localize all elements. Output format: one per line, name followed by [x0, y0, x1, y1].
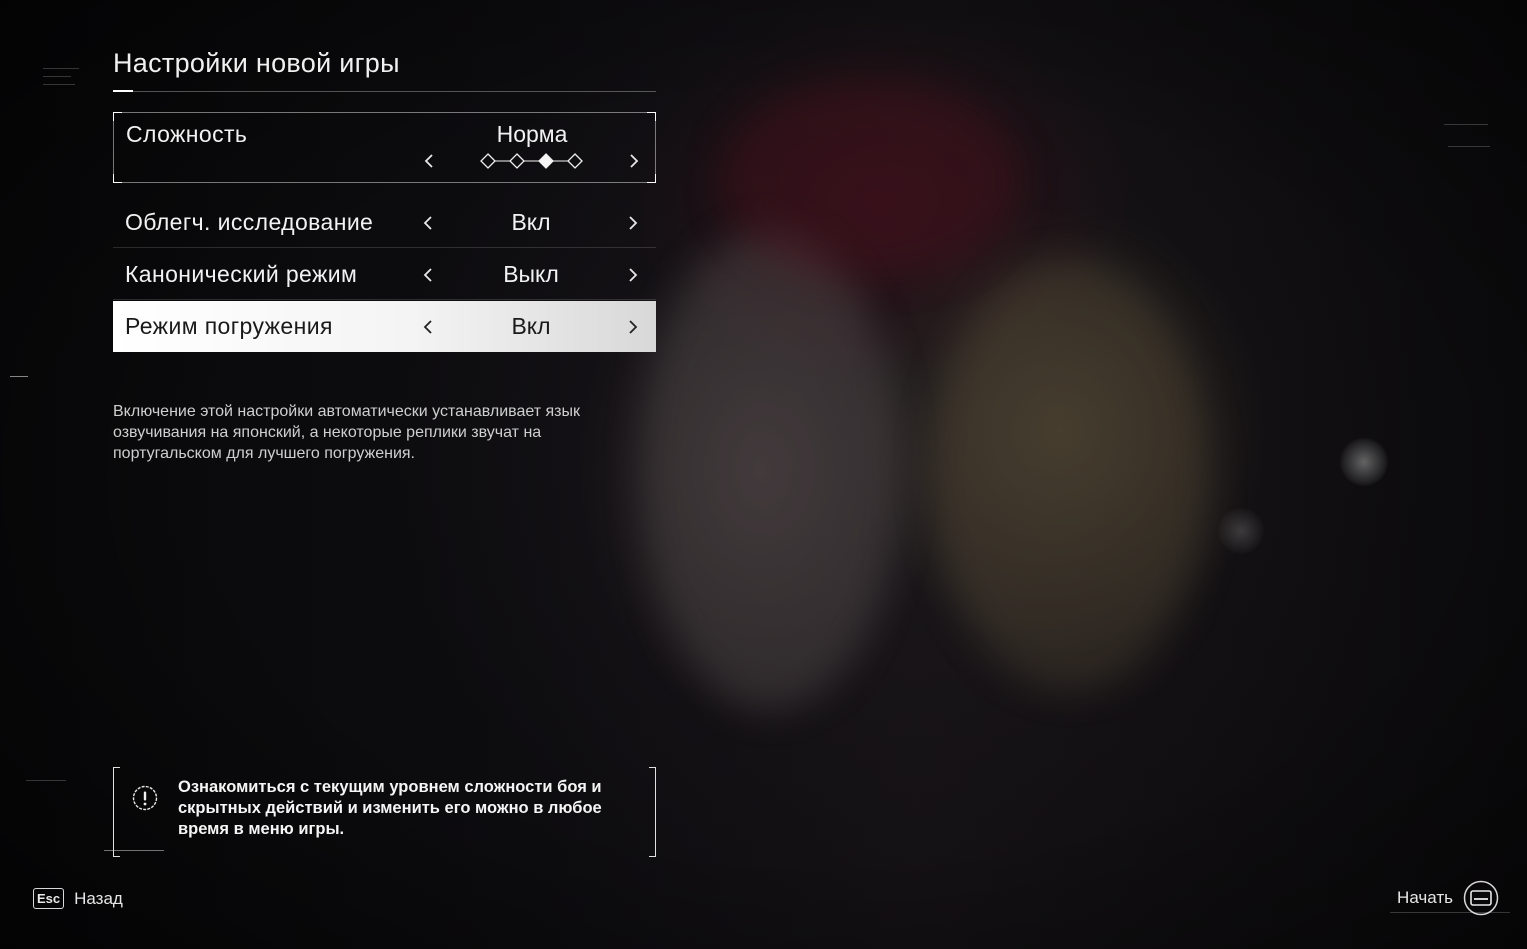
setting-value: Вкл	[511, 209, 551, 235]
setting-label: Сложность	[126, 121, 248, 147]
chevron-right-icon[interactable]	[627, 320, 639, 334]
setting-value: Норма	[496, 121, 568, 147]
background-orb	[1340, 438, 1388, 486]
setting-description: Включение этой настройки автоматически у…	[113, 401, 663, 464]
back-button[interactable]: Esc Назад	[33, 888, 123, 909]
start-button-icon[interactable]	[1463, 880, 1499, 916]
title-divider-accent	[113, 90, 133, 92]
setting-value: Выкл	[503, 261, 559, 287]
notice-line: скрытных действий и изменить его можно в…	[178, 799, 602, 817]
title-divider	[113, 91, 656, 92]
notice-line: Ознакомиться с текущим уровнем сложности…	[178, 778, 602, 796]
setting-value: Вкл	[511, 313, 551, 339]
difficulty-level-indicator	[480, 153, 583, 169]
setting-label: Режим погружения	[125, 313, 333, 339]
chevron-right-icon[interactable]	[627, 216, 639, 230]
difficulty-diamond	[480, 153, 496, 169]
exclamation-icon	[132, 785, 158, 811]
esc-key-icon: Esc	[33, 888, 65, 909]
background-orb-small	[1218, 508, 1264, 554]
chevron-right-icon[interactable]	[627, 268, 639, 282]
description-line: озвучивания на японский, а некоторые реп…	[113, 424, 542, 441]
setting-row-difficulty[interactable]: Сложность Норма	[113, 112, 656, 183]
notice-box: Ознакомиться с текущим уровнем сложности…	[113, 767, 656, 857]
back-label: Назад	[74, 888, 123, 908]
start-label: Начать	[1397, 888, 1453, 907]
setting-row-canon-mode[interactable]: Канонический режим Выкл	[113, 249, 656, 300]
chevron-right-icon[interactable]	[628, 154, 640, 168]
setting-row-exploration[interactable]: Облегч. исследование Вкл	[113, 197, 656, 248]
description-line: португальском для лучшего погружения.	[113, 445, 415, 462]
notice-text: Ознакомиться с текущим уровнем сложности…	[178, 777, 648, 840]
page-title: Настройки новой игры	[113, 48, 400, 78]
description-line: Включение этой настройки автоматически у…	[113, 403, 580, 420]
notice-line: время в меню игры.	[178, 820, 345, 838]
setting-label: Канонический режим	[125, 261, 358, 287]
setting-label: Облегч. исследование	[125, 209, 374, 235]
chevron-left-icon[interactable]	[423, 268, 435, 282]
chevron-left-icon[interactable]	[424, 154, 436, 168]
difficulty-diamond	[567, 153, 583, 169]
setting-row-immersive-mode[interactable]: Режим погружения Вкл	[113, 301, 656, 352]
chevron-left-icon[interactable]	[423, 216, 435, 230]
difficulty-diamond	[509, 153, 525, 169]
chevron-left-icon[interactable]	[423, 320, 435, 334]
difficulty-diamond-selected	[538, 153, 554, 169]
start-button[interactable]: Начать	[1397, 880, 1499, 916]
